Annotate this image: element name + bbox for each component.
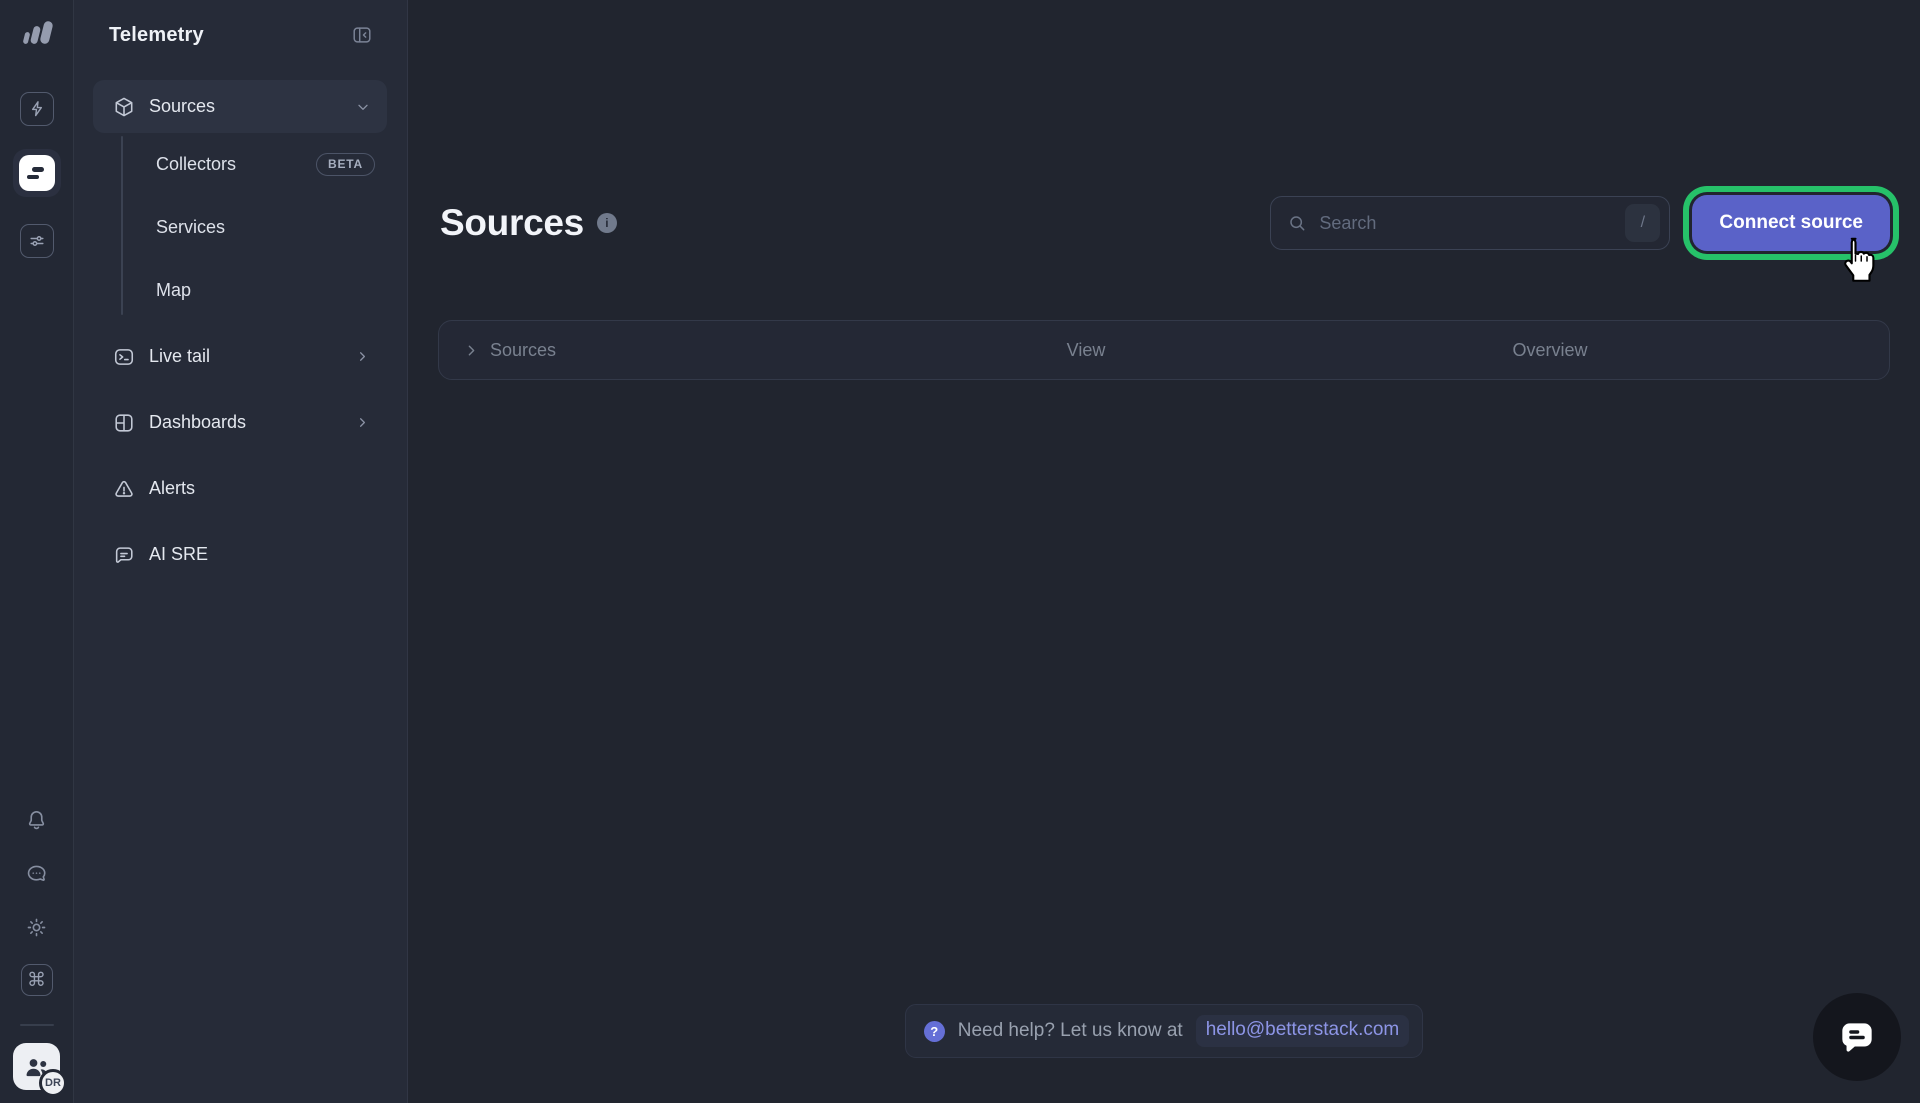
theme-toggle-button[interactable]	[25, 915, 49, 939]
search-icon	[1287, 213, 1307, 233]
lightning-icon	[27, 99, 47, 119]
table-column-overview: Overview	[1309, 340, 1791, 361]
settings-product-button[interactable]	[20, 224, 54, 258]
sidebar-item-label: Dashboards	[149, 412, 246, 433]
chevron-right-icon	[355, 349, 371, 365]
sidebar-item-label: Live tail	[149, 346, 210, 367]
chat-bubble-icon	[1835, 1015, 1879, 1059]
info-icon[interactable]: i	[597, 213, 617, 233]
chat-bubble-lines-icon	[113, 544, 135, 566]
sidebar-item-label: Collectors	[156, 154, 236, 175]
sidebar-item-map[interactable]: Map	[74, 259, 407, 322]
sidebar-item-collectors[interactable]: Collectors BETA	[74, 133, 407, 196]
search-shortcut-key: /	[1625, 204, 1660, 242]
sidebar-item-label: Sources	[149, 96, 215, 117]
sidebar-item-ai-sre[interactable]: AI SRE	[93, 528, 387, 581]
sliders-icon	[27, 231, 47, 251]
connect-source-wrap: Connect source	[1692, 195, 1890, 251]
sidebar-item-sources[interactable]: Sources	[93, 80, 387, 133]
question-icon: ?	[924, 1021, 945, 1042]
terminal-icon	[113, 346, 135, 368]
bell-icon	[25, 808, 48, 831]
telemetry-logs-icon	[19, 155, 55, 191]
command-icon: ⌘	[27, 971, 46, 990]
cube-icon	[113, 96, 135, 118]
sidebar-item-label: Services	[156, 217, 225, 238]
sidebar-item-services[interactable]: Services	[74, 196, 407, 259]
product-rail: ⌘ DR	[0, 0, 74, 1103]
search-box[interactable]: /	[1270, 196, 1670, 250]
dashboard-grid-icon	[113, 412, 135, 434]
sidebar-item-label: AI SRE	[149, 544, 208, 565]
main-content: Sources i / Connect source	[408, 0, 1920, 1103]
header-actions: / Connect source	[1270, 195, 1890, 251]
chat-dots-icon	[25, 862, 48, 885]
page-header: Sources i / Connect source	[438, 194, 1890, 252]
sidebar-item-label: Alerts	[149, 478, 195, 499]
sidebar-item-label: Map	[156, 280, 191, 301]
collapse-panel-icon	[351, 24, 373, 46]
sources-subnav: Collectors BETA Services Map	[74, 133, 407, 322]
sources-table-header: Sources View Overview	[438, 320, 1890, 380]
sidebar-item-live-tail[interactable]: Live tail	[93, 330, 387, 383]
app-root: ⌘ DR Telemetry	[0, 0, 1920, 1103]
table-column-view: View	[863, 340, 1309, 361]
shortcuts-command-button[interactable]: ⌘	[21, 964, 53, 996]
alert-triangle-icon	[113, 478, 135, 500]
betterstack-logo-icon[interactable]	[16, 14, 58, 52]
log-line	[27, 175, 39, 180]
feedback-chat-button[interactable]	[25, 861, 49, 885]
collapse-sidebar-button[interactable]	[350, 23, 374, 47]
help-email-link[interactable]: hello@betterstack.com	[1196, 1015, 1410, 1047]
sidebar-header: Telemetry	[74, 0, 407, 70]
help-bar: ? Need help? Let us know at hello@better…	[905, 1004, 1424, 1058]
table-group-sources[interactable]: Sources	[463, 340, 863, 361]
sidebar-item-dashboards[interactable]: Dashboards	[93, 396, 387, 449]
user-initials-badge: DR	[39, 1069, 67, 1097]
chevron-right-icon	[355, 415, 371, 431]
help-message: Need help? Let us know at	[958, 1020, 1183, 1042]
workspace-avatar[interactable]: DR	[13, 1043, 60, 1090]
sidebar-item-alerts[interactable]: Alerts	[93, 462, 387, 515]
page-title: Sources	[440, 202, 584, 244]
chevron-right-icon	[463, 342, 480, 359]
log-line	[32, 167, 44, 172]
search-input[interactable]	[1319, 213, 1613, 234]
connect-source-button[interactable]: Connect source	[1692, 195, 1890, 251]
notifications-bell-button[interactable]	[25, 807, 49, 831]
rail-divider	[20, 1024, 54, 1026]
beta-badge: BETA	[316, 153, 375, 176]
sidebar: Telemetry Sources	[74, 0, 408, 1103]
telemetry-product-button-active[interactable]	[13, 149, 61, 197]
rail-bottom-group: ⌘ DR	[13, 807, 60, 1090]
table-group-label: Sources	[490, 340, 556, 361]
sidebar-title: Telemetry	[109, 24, 204, 47]
uptime-product-button[interactable]	[20, 92, 54, 126]
sun-icon	[25, 916, 48, 939]
live-chat-fab[interactable]	[1813, 993, 1901, 1081]
chevron-down-icon	[355, 99, 371, 115]
